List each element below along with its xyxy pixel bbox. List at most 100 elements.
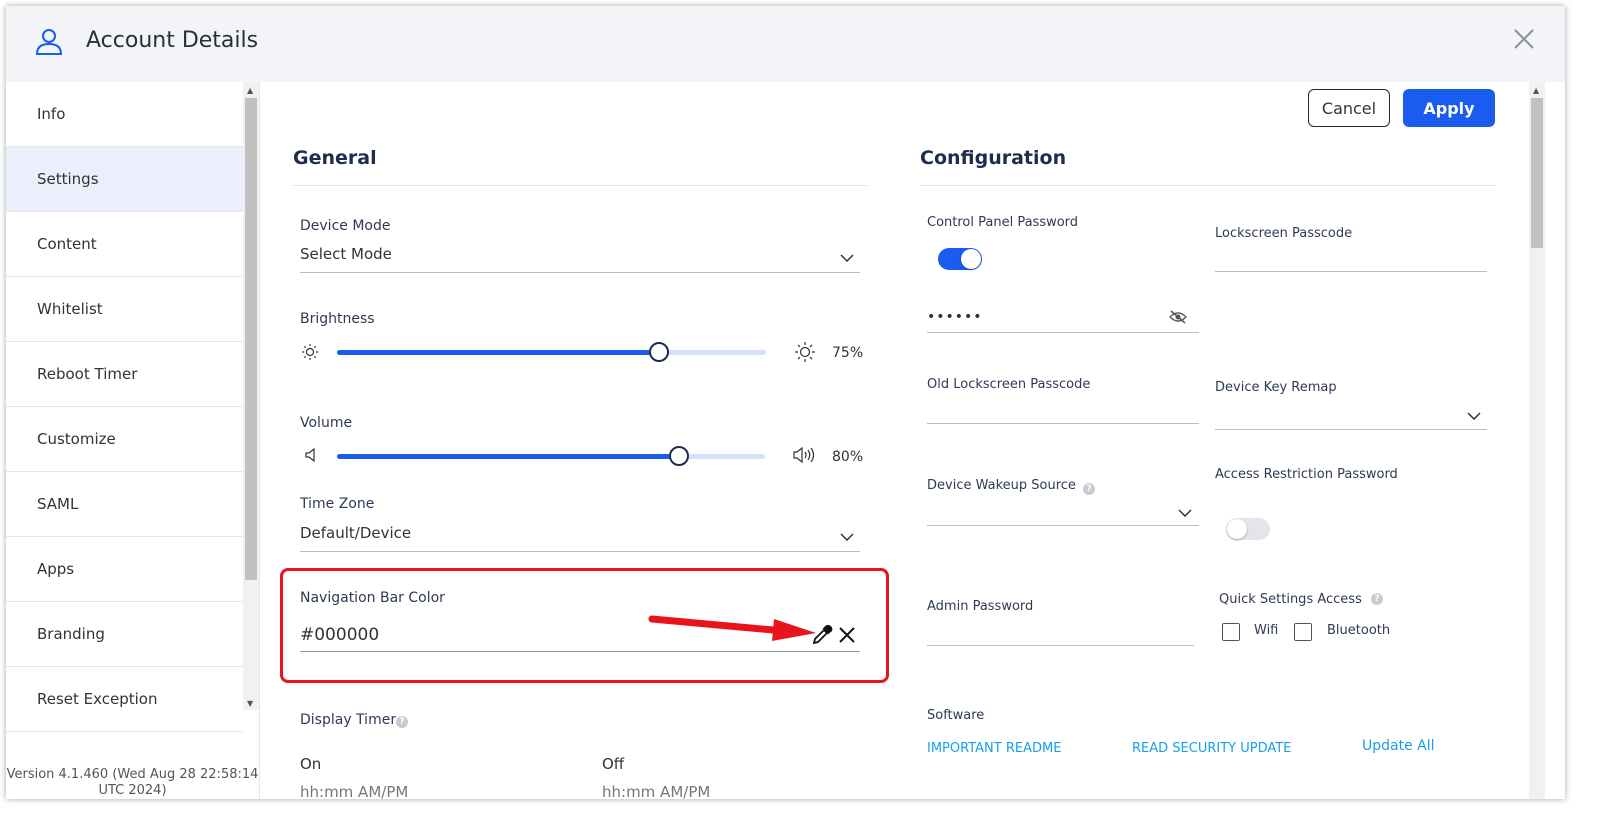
brightness-slider-handle[interactable] [648, 342, 669, 362]
device-mode-select[interactable]: Select Mode [300, 245, 860, 271]
chevron-down-icon[interactable] [1467, 412, 1481, 420]
sidebar-item-reboot-timer[interactable]: Reboot Timer [6, 342, 243, 407]
account-details-dialog: Account Details Info Settings Content Wh… [6, 6, 1565, 799]
brightness-label: Brightness [300, 311, 375, 327]
device-key-remap-select[interactable] [1215, 404, 1487, 428]
sidebar-scrollbar[interactable]: ▲ ▼ [243, 82, 259, 710]
device-mode-underline [300, 272, 860, 273]
old-lockscreen-passcode-label: Old Lockscreen Passcode [927, 377, 1091, 392]
display-timer-off-input[interactable]: hh:mm AM/PM [602, 783, 710, 799]
control-panel-password-toggle[interactable] [938, 248, 982, 270]
display-timer-on-input[interactable]: hh:mm AM/PM [300, 783, 408, 799]
configuration-section-divider [920, 185, 1495, 186]
lockscreen-passcode-underline [1215, 271, 1487, 272]
chevron-down-icon[interactable] [840, 254, 854, 262]
bluetooth-label: Bluetooth [1327, 623, 1391, 638]
sidebar-item-customize[interactable]: Customize [6, 407, 243, 472]
cancel-button[interactable]: Cancel [1308, 89, 1390, 127]
nav-bar-color-underline [300, 651, 860, 652]
toggle-knob [961, 249, 981, 269]
update-all-link[interactable]: Update All [1362, 738, 1435, 754]
wifi-label: Wifi [1254, 623, 1279, 638]
chevron-down-icon[interactable] [840, 533, 854, 541]
brightness-percent: 75% [832, 345, 864, 361]
sidebar-scroll-thumb[interactable] [245, 98, 257, 580]
help-icon[interactable]: ? [1371, 593, 1383, 605]
sidebar-item-apps[interactable]: Apps [6, 537, 243, 602]
admin-password-underline [927, 645, 1194, 646]
sidebar-divider [259, 82, 260, 799]
sidebar-item-content[interactable]: Content [6, 212, 243, 277]
eyedropper-icon[interactable] [811, 624, 833, 646]
sidebar-item-info[interactable]: Info [6, 82, 243, 147]
sidebar-item-saml[interactable]: SAML [6, 472, 243, 537]
configuration-section-title: Configuration [920, 147, 1067, 169]
volume-label: Volume [300, 415, 353, 431]
general-section-divider [293, 185, 868, 186]
device-wakeup-source-label: Device Wakeup Source [927, 478, 1076, 493]
dialog-title: Account Details [86, 28, 259, 53]
chevron-down-icon[interactable] [1178, 509, 1192, 517]
clear-color-icon[interactable] [838, 626, 856, 644]
old-lockscreen-passcode-input[interactable] [927, 398, 1199, 422]
main-scroll-up-arrow-icon[interactable]: ▲ [1533, 86, 1539, 95]
red-arrow-annotation [648, 615, 816, 641]
wifi-checkbox[interactable] [1222, 623, 1240, 641]
display-timer-label: Display Timer [300, 712, 397, 728]
quick-settings-access-label: Quick Settings Access [1219, 592, 1362, 607]
device-mode-label: Device Mode [300, 218, 391, 234]
volume-slider-handle[interactable] [669, 446, 690, 466]
access-restriction-password-toggle[interactable] [1226, 518, 1270, 540]
scroll-up-arrow-icon[interactable]: ▲ [247, 86, 253, 95]
scroll-down-arrow-icon[interactable]: ▼ [247, 699, 253, 708]
main-scrollbar[interactable]: ▲ [1529, 82, 1545, 799]
dialog-header: Account Details [6, 6, 1565, 82]
time-zone-label: Time Zone [300, 496, 375, 512]
software-label: Software [927, 708, 985, 723]
general-section-title: General [293, 147, 377, 169]
volume-low-icon [305, 447, 315, 463]
lockscreen-passcode-input[interactable] [1215, 246, 1487, 270]
bluetooth-checkbox[interactable] [1294, 623, 1312, 641]
access-restriction-password-label: Access Restriction Password [1215, 467, 1398, 482]
display-timer-off-label: Off [602, 755, 625, 773]
display-timer-on-label: On [300, 755, 322, 773]
brightness-slider-fill [337, 350, 659, 355]
admin-password-label: Admin Password [927, 599, 1034, 614]
apply-button[interactable]: Apply [1403, 89, 1495, 127]
sidebar-item-whitelist[interactable]: Whitelist [6, 277, 243, 342]
lockscreen-passcode-label: Lockscreen Passcode [1215, 226, 1353, 241]
volume-slider[interactable] [337, 446, 765, 466]
close-icon[interactable] [1511, 26, 1537, 52]
time-zone-underline [300, 551, 860, 552]
brightness-low-icon [302, 344, 318, 360]
read-security-update-link[interactable]: READ SECURITY UPDATE [1132, 741, 1291, 756]
sidebar: Info Settings Content Whitelist Reboot T… [6, 82, 243, 799]
control-panel-password-input[interactable]: •••••• [927, 309, 983, 325]
eye-hidden-icon[interactable] [1169, 309, 1187, 325]
user-icon [35, 29, 63, 55]
control-panel-password-underline [927, 332, 1199, 333]
device-wakeup-source-select[interactable] [927, 501, 1199, 525]
old-lockscreen-passcode-underline [927, 423, 1199, 424]
brightness-slider[interactable] [337, 342, 766, 362]
time-zone-select[interactable]: Default/Device [300, 524, 860, 550]
help-icon[interactable]: ? [1083, 483, 1095, 495]
toggle-knob [1227, 519, 1247, 539]
sidebar-item-settings[interactable]: Settings [6, 147, 243, 212]
help-icon[interactable]: ? [396, 716, 408, 728]
device-wakeup-source-underline [927, 525, 1199, 526]
volume-percent: 80% [832, 449, 864, 465]
important-readme-link[interactable]: IMPORTANT README [927, 741, 1061, 756]
control-panel-password-label: Control Panel Password [927, 215, 1079, 230]
sidebar-item-branding[interactable]: Branding [6, 602, 243, 667]
device-key-remap-label: Device Key Remap [1215, 380, 1337, 395]
volume-slider-fill [337, 454, 680, 459]
brightness-high-icon [795, 342, 815, 362]
admin-password-input[interactable] [927, 620, 1194, 644]
device-key-remap-underline [1215, 429, 1487, 430]
sidebar-item-reset-exception[interactable]: Reset Exception [6, 667, 243, 732]
nav-bar-color-label: Navigation Bar Color [300, 590, 445, 606]
main-scroll-thumb[interactable] [1531, 98, 1543, 248]
version-text: Version 4.1.460 (Wed Aug 28 22:58:14 UTC… [6, 767, 259, 798]
